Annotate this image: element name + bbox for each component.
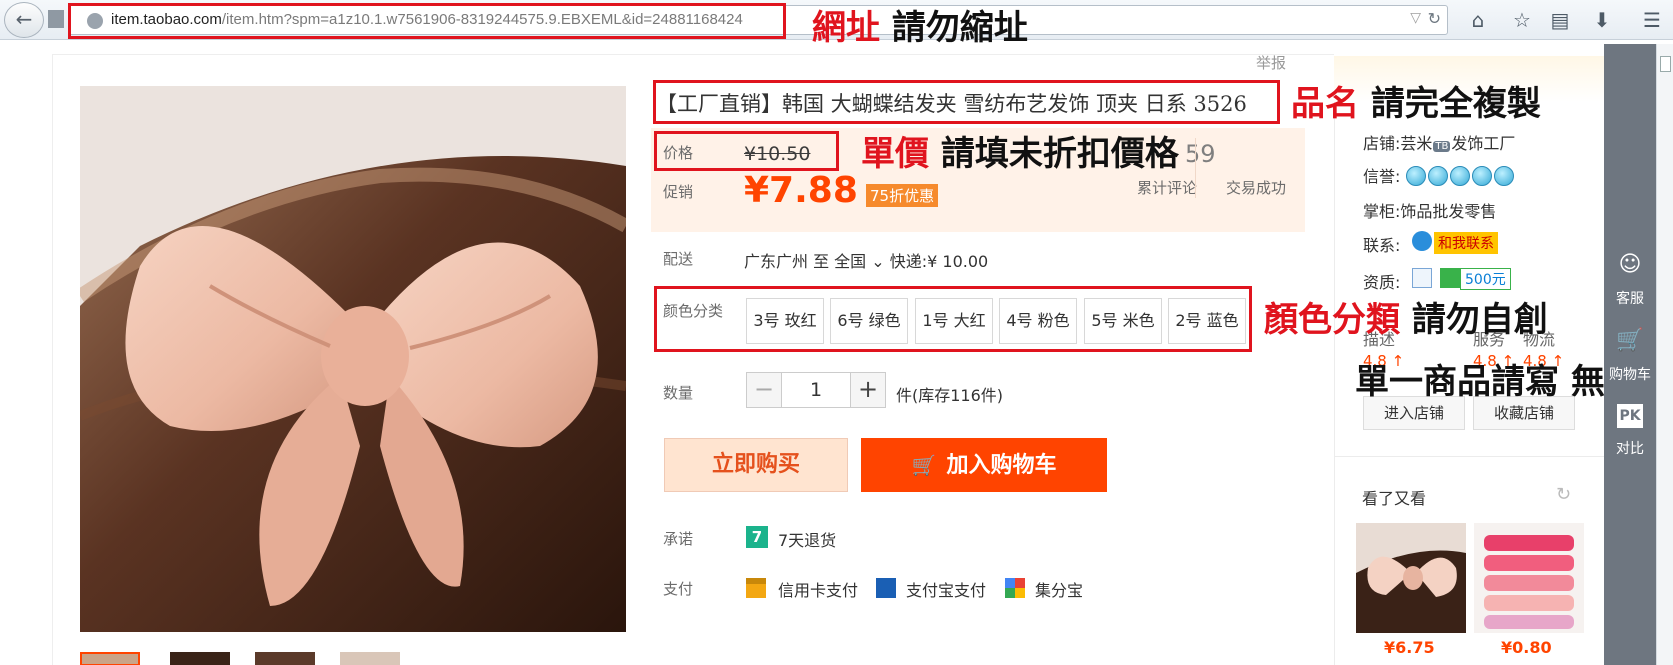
download-icon[interactable]: ⬇ (1588, 6, 1616, 34)
keeper-label: 掌柜: (1363, 202, 1401, 221)
keeper-value: 饰品批发零售 (1400, 202, 1497, 221)
add-to-cart-button[interactable]: 🛒 加入购物车 (861, 438, 1107, 492)
id-verified-icon (1412, 268, 1432, 288)
crown-icon (1471, 166, 1492, 186)
shop-name-suffix: 发饰工厂 (1451, 134, 1516, 153)
page-scrollbar[interactable] (1656, 44, 1673, 665)
recommended-item-price: ¥0.80 (1501, 638, 1552, 657)
add-to-cart-label: 加入购物车 (946, 453, 1057, 478)
review-count[interactable]: 59 (1185, 140, 1216, 168)
title-annotation: 品名 請完全複製 (1291, 84, 1541, 124)
deposit-badge[interactable]: 500元 (1460, 268, 1511, 290)
quantity-input[interactable] (781, 372, 851, 408)
bow-thumbnail (1356, 523, 1466, 633)
shopping-cart-icon[interactable]: 🛒 (1604, 328, 1656, 353)
discount-badge: 75折优惠 (866, 184, 939, 207)
shop-name: 芸米 (1400, 134, 1433, 153)
price-annotation: 單價 請填未折扣價格 (861, 134, 1179, 174)
utility-sidebar (1604, 44, 1656, 665)
thumbnail-2[interactable] (170, 652, 230, 665)
promo-price: ¥7.88 (744, 170, 858, 211)
wangwang-icon (1412, 231, 1432, 251)
customer-service-label[interactable]: 客服 (1604, 288, 1656, 308)
stock-text: 件(库存116件) (896, 386, 1004, 405)
contact-seller-button[interactable]: 和我联系 (1434, 232, 1498, 254)
crown-icon (1449, 166, 1470, 186)
deposit-icon (1440, 268, 1460, 288)
crown-icon (1405, 166, 1426, 186)
quantity-minus-button[interactable]: − (746, 372, 782, 408)
recommended-item-image[interactable] (1356, 523, 1466, 633)
recommended-item-price: ¥6.75 (1384, 638, 1435, 657)
see-also-title: 看了又看 (1362, 489, 1427, 508)
customer-service-icon[interactable]: ☺ (1604, 252, 1656, 277)
shop-name-row[interactable]: 店铺:芸米 TB 发饰工厂 (1363, 130, 1515, 154)
color-highlight-box (654, 286, 1252, 352)
screenshot-stage: ← item.taobao.com/item.htm?spm=a1z10.1.w… (0, 0, 1673, 665)
crown-icon (1427, 166, 1448, 186)
quantity-plus-button[interactable]: + (850, 372, 886, 408)
reload-icon[interactable]: ↻ (1428, 9, 1441, 28)
url-dropdown-icon[interactable]: ▽ (1410, 10, 1421, 26)
shop-label: 店铺: (1363, 134, 1401, 153)
pay-label: 支付 (663, 580, 694, 598)
refresh-icon[interactable]: ↻ (1556, 484, 1571, 505)
cart-icon: 🛒 (911, 453, 937, 477)
shipping-label: 配送 (663, 250, 694, 268)
thumbnail-4[interactable] (340, 652, 400, 665)
menu-icon[interactable]: ☰ (1638, 6, 1666, 34)
pay-method[interactable]: 集分宝 (1035, 577, 1083, 601)
bookmark-star-icon[interactable]: ☆ (1508, 6, 1536, 34)
single-item-annotation: 單一商品請寫 無 (1355, 362, 1605, 402)
scrollbar-grip[interactable] (1660, 56, 1671, 72)
pay-method[interactable]: 支付宝支付 (906, 577, 986, 601)
credit-label: 信誉: (1363, 167, 1401, 186)
review-label[interactable]: 累计评论 (1137, 177, 1197, 198)
bookmarks-list-icon[interactable]: ▤ (1546, 6, 1574, 34)
seven-day-return-icon: 7 (746, 526, 768, 548)
stat-divider (1195, 138, 1196, 198)
credit-row: 信誉: (1363, 163, 1516, 187)
contact-label: 联系: (1363, 236, 1401, 255)
compare-icon[interactable]: PK (1617, 404, 1643, 428)
alipay-icon (876, 578, 896, 598)
recommended-item-image[interactable] (1474, 523, 1584, 633)
promo-label: 促销 (663, 183, 694, 201)
deal-label[interactable]: 交易成功 (1226, 177, 1286, 198)
shipping-value[interactable]: 广东广州 至 全国 ⌄ 快递:¥ 10.00 (744, 248, 988, 272)
price-highlight-box (654, 131, 839, 171)
report-link[interactable]: 举报 (1256, 52, 1286, 73)
sidebar-icon[interactable] (48, 10, 64, 28)
qualify-label: 资质: (1363, 273, 1401, 292)
crown-icon (1493, 166, 1514, 186)
keeper-row: 掌柜:饰品批发零售 (1363, 198, 1496, 222)
home-icon[interactable]: ⌂ (1464, 6, 1492, 34)
product-main-image[interactable] (80, 86, 626, 632)
hair-ties-thumbnail (1474, 523, 1584, 633)
url-annotation: 網址 請勿縮址 (812, 8, 1028, 48)
promise-text[interactable]: 7天退货 (778, 527, 836, 551)
shop-tag: TB (1433, 141, 1451, 152)
thumbnail-1[interactable] (80, 652, 140, 665)
credit-card-icon (746, 578, 766, 598)
url-highlight-box (68, 3, 786, 39)
hair-bow-photo (80, 86, 626, 632)
compare-label[interactable]: 对比 (1604, 438, 1656, 458)
back-arrow-icon[interactable]: ← (4, 2, 44, 38)
buy-now-button[interactable]: 立即购买 (664, 438, 848, 492)
shopping-cart-label[interactable]: 购物车 (1604, 364, 1656, 384)
title-highlight-box (653, 80, 1280, 124)
pay-method[interactable]: 信用卡支付 (778, 577, 858, 601)
promise-label: 承诺 (663, 530, 694, 548)
quantity-label: 数量 (663, 384, 694, 402)
thumbnail-3[interactable] (255, 652, 315, 665)
color-annotation: 顏色分類 請勿自創 (1264, 300, 1548, 340)
jifenbao-icon (1005, 578, 1025, 598)
